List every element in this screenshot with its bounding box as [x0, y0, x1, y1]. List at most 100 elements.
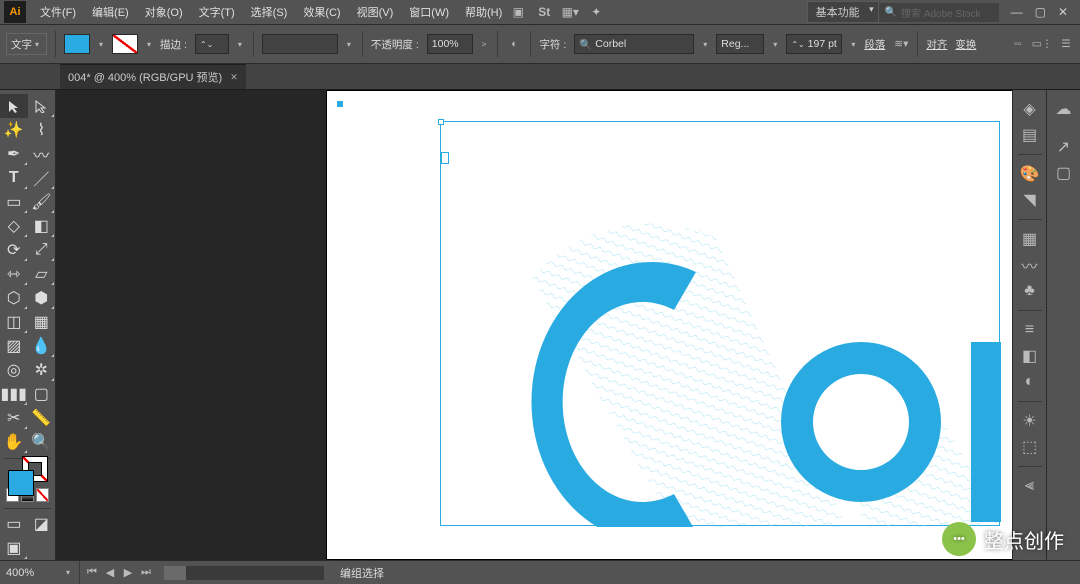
asset-export-icon[interactable]: ↗ [1050, 134, 1078, 160]
color-panel-icon[interactable]: 🎨 [1016, 161, 1044, 187]
close-icon[interactable]: ✕ [230, 72, 238, 83]
text-bounding-box[interactable] [440, 121, 1000, 526]
window-minimize[interactable]: — [1011, 5, 1023, 19]
draw-normal-icon[interactable]: ▭ [0, 512, 28, 536]
eyedropper-tool[interactable]: 💧 [28, 334, 56, 358]
text-caret-handle[interactable] [441, 152, 449, 164]
menu-effect[interactable]: 效果(C) [295, 0, 348, 24]
chevron-down-icon[interactable]: ▾ [700, 40, 710, 49]
chevron-down-icon[interactable]: > [479, 40, 490, 49]
appearance-panel-icon[interactable]: ☀ [1016, 408, 1044, 434]
libraries-panel-icon[interactable]: ☁ [1050, 96, 1078, 122]
bridge-icon[interactable]: ▣ [510, 4, 526, 20]
shaper-tool[interactable]: ◇ [0, 214, 28, 238]
search-stock-field[interactable]: 🔍 搜索 Adobe Stock [879, 3, 999, 22]
stroke-weight-field[interactable]: ⌃⌄ [195, 34, 229, 54]
document-tab[interactable]: 004* @ 400% (RGB/GPU 预览) ✕ [60, 64, 246, 89]
zoom-level-field[interactable]: 400% ▾ [0, 561, 80, 584]
last-artboard-icon[interactable]: ⏭ [138, 565, 154, 581]
measure-tool[interactable]: 📏 [28, 406, 56, 430]
column-graph-tool[interactable]: ▮▮▮ [0, 382, 28, 406]
symbol-sprayer-tool[interactable]: ✲ [28, 358, 56, 382]
scale-tool[interactable]: ⤢ [28, 238, 56, 262]
magic-wand-tool[interactable]: ✨ [0, 118, 28, 142]
horizontal-scrollbar[interactable] [164, 566, 324, 580]
gradient-panel-icon[interactable]: ◧ [1016, 343, 1044, 369]
direct-selection-tool[interactable] [28, 94, 56, 118]
artboard-tool[interactable]: ▢ [28, 382, 56, 406]
symbols-panel-icon[interactable]: ♣ [1016, 278, 1044, 304]
artboard[interactable] [326, 90, 1012, 560]
pen-tool[interactable]: ✒ [0, 142, 28, 166]
paragraph-align-icon[interactable]: ≋▾ [893, 36, 909, 52]
screen-mode-icon[interactable]: ▣ [0, 536, 28, 560]
align-panel-icon[interactable]: ⫷ [1016, 473, 1044, 499]
window-maximize[interactable]: ▢ [1035, 5, 1046, 19]
align-label[interactable]: 对齐 [926, 37, 947, 52]
gradient-tool[interactable]: ▨ [0, 334, 28, 358]
properties-panel-icon[interactable]: ◈ [1016, 96, 1044, 122]
transform-label[interactable]: 变换 [955, 37, 976, 52]
menu-type[interactable]: 文字(T) [191, 0, 243, 24]
selection-tool[interactable] [0, 94, 28, 118]
transparency-panel-icon[interactable]: ◐ [1016, 369, 1044, 395]
layers-panel-icon[interactable]: ▤ [1016, 122, 1044, 148]
blend-tool[interactable]: ◎ [0, 358, 28, 382]
menu-select[interactable]: 选择(S) [243, 0, 296, 24]
rotate-tool[interactable]: ⟳ [0, 238, 28, 262]
gpu-icon[interactable]: ✦ [588, 4, 604, 20]
chevron-down-icon[interactable]: ▾ [144, 40, 154, 49]
fill-swatch[interactable] [8, 470, 34, 496]
setup-icon[interactable]: ▭⋮ [1034, 36, 1050, 52]
zoom-tool[interactable]: 🔍 [28, 430, 56, 454]
paragraph-label[interactable]: 段落 [864, 37, 885, 52]
perspective-grid-tool[interactable]: ◫ [0, 310, 28, 334]
hand-tool[interactable]: ✋ [0, 430, 28, 454]
menu-object[interactable]: 对象(O) [137, 0, 191, 24]
graphic-styles-panel-icon[interactable]: ⬚ [1016, 434, 1044, 460]
curvature-tool[interactable]: 〰 [28, 142, 56, 166]
scrollbar-thumb[interactable] [164, 566, 186, 580]
prev-artboard-icon[interactable]: ◀ [102, 565, 118, 581]
rectangle-tool[interactable]: ▭ [0, 190, 28, 214]
prefs-icon[interactable]: ☰ [1058, 36, 1074, 52]
color-guide-panel-icon[interactable]: ◥ [1016, 187, 1044, 213]
artboards-panel-icon[interactable]: ▢ [1050, 160, 1078, 186]
free-transform-tool[interactable]: ▱ [28, 262, 56, 286]
menu-edit[interactable]: 编辑(E) [84, 0, 137, 24]
stock-icon[interactable]: St [536, 4, 552, 20]
font-size-field[interactable]: ⌃⌄ 197 pt [786, 34, 842, 54]
chevron-down-icon[interactable]: ▾ [96, 40, 106, 49]
menu-help[interactable]: 帮助(H) [457, 0, 510, 24]
handle-tl[interactable] [438, 119, 444, 125]
lasso-tool[interactable]: ⌇ [28, 118, 56, 142]
app-logo[interactable]: Ai [4, 1, 26, 23]
arrange-docs-icon[interactable]: ▦▾ [562, 4, 578, 20]
first-artboard-icon[interactable]: ⏮ [84, 565, 100, 581]
next-artboard-icon[interactable]: ▶ [120, 565, 136, 581]
color-mode-none[interactable] [36, 488, 49, 502]
chevron-down-icon[interactable]: ▾ [770, 40, 780, 49]
stroke-panel-icon[interactable]: ≡ [1016, 317, 1044, 343]
menu-view[interactable]: 视图(V) [349, 0, 402, 24]
type-tool[interactable]: T [0, 166, 28, 190]
recolor-icon[interactable]: ◐ [506, 36, 522, 52]
mesh-tool[interactable]: ▦ [28, 310, 56, 334]
slice-tool[interactable]: ✂ [0, 406, 28, 430]
width-tool[interactable]: ⇿ [0, 262, 28, 286]
canvas-area[interactable] [56, 90, 1012, 560]
brushes-panel-icon[interactable]: 〰 [1016, 252, 1044, 278]
chevron-down-icon[interactable]: ▾ [235, 40, 245, 49]
window-close[interactable]: ✕ [1058, 5, 1068, 19]
font-style-field[interactable]: Reg... [716, 34, 764, 54]
chevron-down-icon[interactable]: ▾ [63, 568, 73, 577]
menu-file[interactable]: 文件(F) [32, 0, 84, 24]
live-paint-tool[interactable]: ⬢ [28, 286, 56, 310]
draw-behind-icon[interactable]: ◪ [28, 512, 56, 536]
menu-window[interactable]: 窗口(W) [401, 0, 457, 24]
eraser-tool[interactable]: ◧ [28, 214, 56, 238]
chevron-down-icon[interactable]: ▾ [848, 40, 858, 49]
shape-builder-tool[interactable]: ⬡ [0, 286, 28, 310]
fill-color-chip[interactable] [64, 34, 90, 54]
line-tool[interactable]: ／ [28, 166, 56, 190]
